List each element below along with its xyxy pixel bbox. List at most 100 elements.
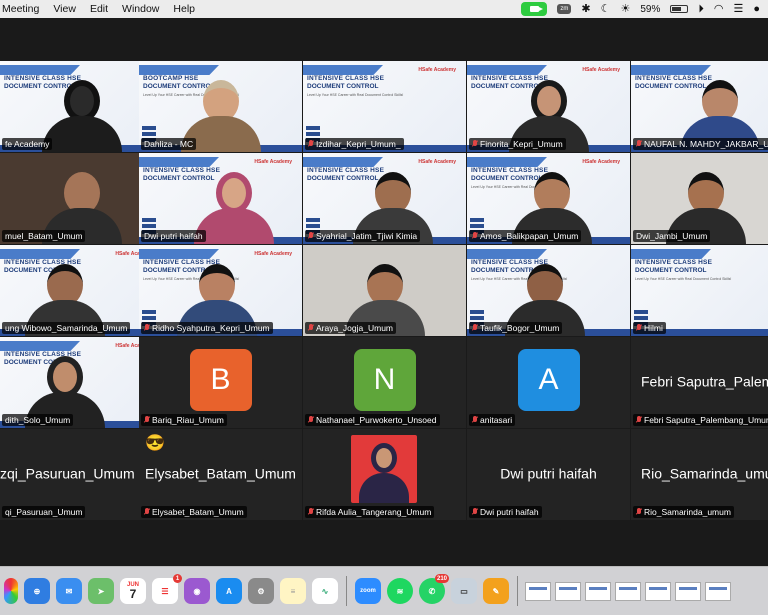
- sun-icon[interactable]: ☀: [620, 3, 630, 15]
- notes-icon[interactable]: ≡: [280, 578, 306, 604]
- participant-name: fe Academy: [2, 138, 53, 150]
- video-tile[interactable]: A anitasari: [467, 337, 630, 428]
- participant-name: Elysabet_Batam_Umum: [141, 506, 247, 518]
- slide-tagline: Level Up Your HSE Career with Real Docum…: [307, 93, 404, 97]
- mic-muted-icon: [308, 508, 314, 516]
- mic-muted-icon: [308, 140, 314, 148]
- play-icon[interactable]: ⏵: [698, 3, 704, 15]
- whatsapp-icon[interactable]: ✆ 210: [419, 574, 449, 604]
- camera-in-use-icon[interactable]: [521, 2, 548, 16]
- calendar-icon[interactable]: JUN 7: [120, 578, 146, 604]
- participant-name: Dwi putri haifah: [469, 506, 542, 518]
- participant-name: Bariq_Riau_Umum: [141, 414, 227, 426]
- video-tile[interactable]: INTENSIVE CLASS HSE DOCUMENT CONTROL Level…: [303, 61, 466, 152]
- participant-name: anitasari: [469, 414, 516, 426]
- participant-display-name: Febri Saputra_Palemb: [641, 372, 768, 389]
- video-tile[interactable]: B Bariq_Riau_Umum: [139, 337, 302, 428]
- video-tile[interactable]: INTENSIVE CLASS HSE DOCUMENT CONTROL HSafe…: [139, 153, 302, 244]
- video-tile[interactable]: N Nathanael_Purwokerto_Unsoed: [303, 337, 466, 428]
- video-tile[interactable]: Dwi putri haifah Dwi putri haifah: [467, 429, 630, 520]
- freeform-icon[interactable]: ∿: [312, 578, 338, 604]
- control-center-icon[interactable]: ☰: [733, 3, 743, 15]
- profile-photo: [351, 435, 417, 503]
- podcasts-icon[interactable]: ◉: [184, 578, 210, 604]
- minimized-window-thumbnail[interactable]: [615, 581, 641, 601]
- mail-icon[interactable]: ✉: [56, 578, 82, 604]
- bluetooth-icon[interactable]: ✱: [581, 3, 590, 15]
- participant-display-name: Rio_Samarinda_umu: [641, 464, 768, 481]
- avatar-n: N: [353, 349, 416, 411]
- slide-logo: HSafe Academy: [582, 159, 620, 165]
- photos-icon[interactable]: [4, 578, 18, 604]
- pages-icon[interactable]: ✎: [483, 578, 509, 604]
- participant-name: Syahrial_Jatim_Tjiwi Kimia: [305, 230, 421, 242]
- video-tile-active-speaker[interactable]: BOOTCAMP HSE DOCUMENT CONTROL Level Up You…: [139, 61, 302, 152]
- participant-name: Febri Saputra_Palembang_Umum: [633, 414, 768, 426]
- video-tile[interactable]: INTENSIVE CLASS HSE DOCUMENT CONTROL Level…: [631, 245, 768, 336]
- sunglasses-emoji-icon: 😎: [145, 435, 165, 452]
- menu-meeting[interactable]: Meeting: [2, 3, 39, 15]
- video-tile[interactable]: INTENSIVE CLASS HSE DOCUMENT CONTROL Level…: [139, 245, 302, 336]
- participant-name: Hilmi: [633, 322, 666, 334]
- minimized-window-thumbnail[interactable]: [675, 581, 701, 601]
- mic-muted-icon: [472, 416, 478, 424]
- mic-muted-icon: [472, 324, 478, 332]
- participant-name: Dwi putri haifah: [141, 230, 206, 242]
- video-tile[interactable]: Araya_Jogja_Umum: [303, 245, 466, 336]
- minimized-window-thumbnail[interactable]: [645, 581, 671, 601]
- mic-muted-icon: [636, 508, 642, 516]
- zoom-window-top: [0, 18, 768, 60]
- participant-name: muel_Batam_Umum: [2, 230, 86, 242]
- participant-name: ung Wibowo_Samarinda_Umum: [2, 322, 131, 334]
- menu-window[interactable]: Window: [122, 3, 159, 15]
- focus-moon-icon[interactable]: ☾: [601, 3, 611, 15]
- mic-muted-icon: [472, 232, 478, 240]
- video-tile[interactable]: Rifda Aulia_Tangerang_Umum: [303, 429, 466, 520]
- video-tile[interactable]: Rio_Samarinda_umu Rio_Samarinda_umum: [631, 429, 768, 520]
- participant-video: [41, 80, 122, 152]
- battery-icon[interactable]: [670, 5, 689, 13]
- minimized-window-thumbnail[interactable]: [585, 581, 611, 601]
- zoom-app-icon[interactable]: zoom: [355, 578, 381, 604]
- video-tile[interactable]: 😎 Elysabet_Batam_Umum Elysabet_Batam_Umu…: [139, 429, 302, 520]
- wifi-icon[interactable]: ◠: [714, 3, 724, 15]
- safari-icon[interactable]: ⊕: [24, 578, 50, 604]
- minimized-window-thumbnail[interactable]: [705, 581, 731, 601]
- participant-name: Izdihar_Kepri_Umum_: [305, 138, 404, 150]
- video-tile[interactable]: INTENSIVE CLASS HSE DOCUMENT CONTROL HSafe…: [303, 153, 466, 244]
- avatar-a: A: [517, 349, 580, 411]
- participant-display-name: Elysabet_Batam_Umum: [145, 464, 296, 481]
- minimized-window-thumbnail[interactable]: [525, 581, 551, 601]
- video-tile[interactable]: INTENSIVE CLASS HSE DOCUMENT CONTROL Level…: [467, 245, 630, 336]
- video-tile[interactable]: Dwi_Jambi_Umum: [631, 153, 768, 244]
- app-store-icon[interactable]: A: [216, 578, 242, 604]
- mic-muted-icon: [308, 232, 314, 240]
- maps-icon[interactable]: ➤: [88, 578, 114, 604]
- mic-muted-icon: [636, 324, 642, 332]
- video-tile[interactable]: INTENSIVE CLASS HSE DOCUMENT CONTROL NAUF…: [631, 61, 768, 152]
- video-tile[interactable]: Febri Saputra_Palemb Febri Saputra_Palem…: [631, 337, 768, 428]
- menu-edit[interactable]: Edit: [90, 3, 108, 15]
- video-tile[interactable]: INTENSIVE CLASS HSE DOCUMENT CONTROL HSafe…: [467, 61, 630, 152]
- menu-help[interactable]: Help: [173, 3, 195, 15]
- minimized-window-thumbnail[interactable]: [555, 581, 581, 601]
- dock-separator: [346, 576, 347, 606]
- menu-view[interactable]: View: [53, 3, 76, 15]
- video-tile[interactable]: INTENSIVE CLASS HSE DOCUMENT CONTROL Level…: [467, 153, 630, 244]
- reminders-icon[interactable]: ☰ 1: [152, 574, 182, 604]
- user-icon[interactable]: ●: [753, 3, 760, 15]
- dock-separator: [517, 576, 518, 606]
- participant-name: Araya_Jogja_Umum: [305, 322, 397, 334]
- participant-display-name: Dwi putri haifah: [500, 464, 597, 481]
- spotify-icon[interactable]: ≋: [387, 578, 413, 604]
- system-settings-icon[interactable]: ⚙: [248, 578, 274, 604]
- zoom-status-icon[interactable]: zm: [557, 4, 572, 14]
- slide-logo: HSafe Academy: [418, 159, 456, 165]
- slide-title: INTENSIVE CLASS HSE: [635, 259, 713, 266]
- participant-name: Taufik_Bogor_Umum: [469, 322, 563, 334]
- mic-muted-icon: [144, 324, 150, 332]
- battery-percent: 59%: [640, 3, 661, 15]
- mic-muted-icon: [308, 416, 314, 424]
- preview-icon[interactable]: ▭: [451, 578, 477, 604]
- slide-tagline: Level Up Your HSE Career with Real Docum…: [635, 277, 732, 281]
